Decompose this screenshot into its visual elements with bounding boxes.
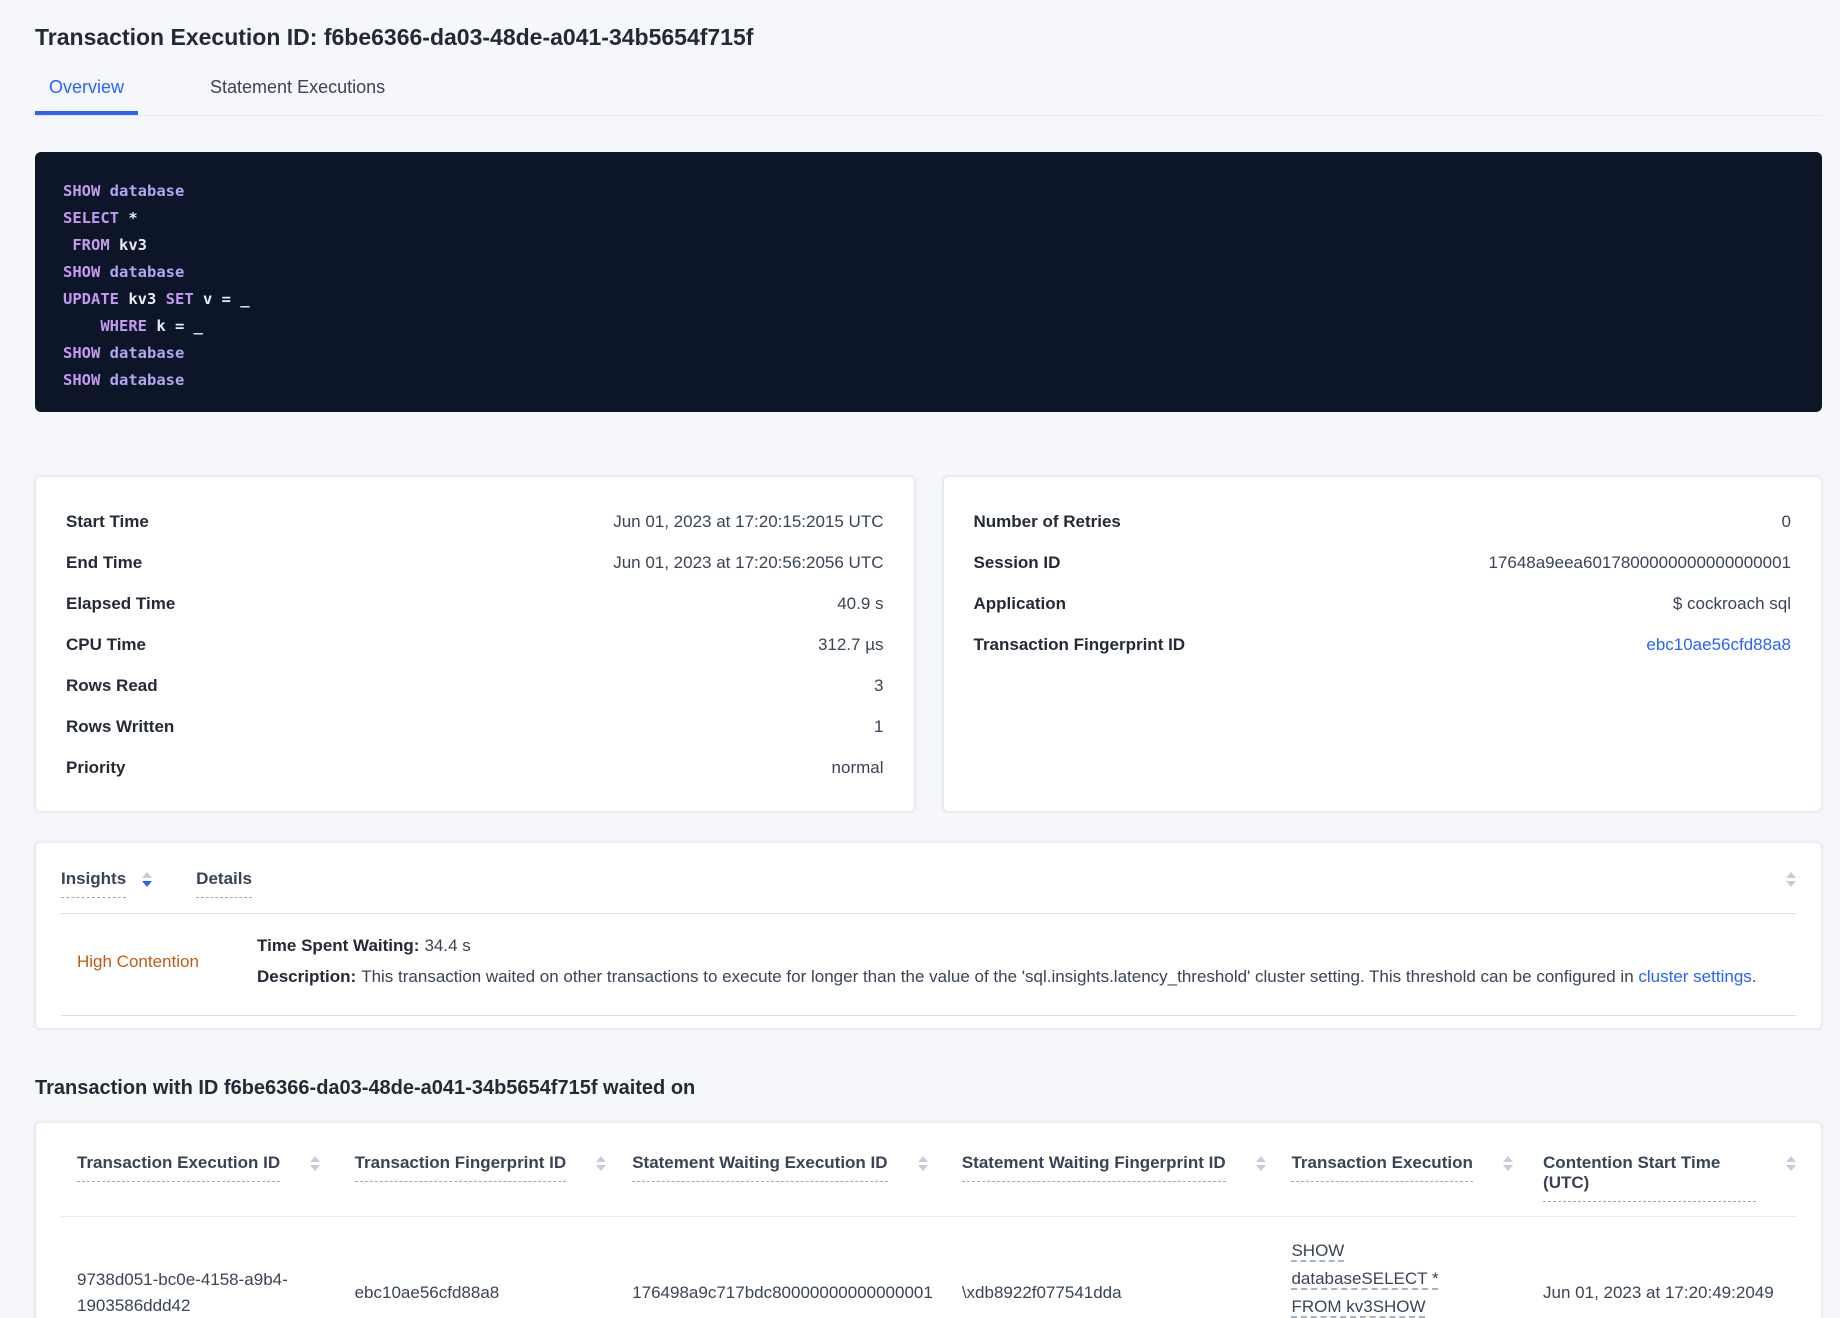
column-header-statement-waiting-fingerprint-id[interactable]: Statement Waiting Fingerprint ID <box>946 1153 1276 1182</box>
row-label: Application <box>973 594 1067 613</box>
page-title: Transaction Execution ID: f6be6366-da03-… <box>35 24 754 50</box>
row-value: Jun 01, 2023 at 17:20:56:2056 UTC <box>613 553 884 572</box>
transaction-execution-link[interactable]: SHOW databaseSELECT * FROM kv3SHOW datab… <box>1291 1237 1476 1318</box>
sort-icon[interactable] <box>1502 1156 1513 1171</box>
summary-row-retries: Number of Retries 0 <box>974 513 1792 530</box>
summary-row-rows-written: Rows Written 1 <box>66 718 884 735</box>
row-label: End Time <box>66 553 143 572</box>
transaction-fingerprint-link[interactable]: ebc10ae56cfd88a8 <box>1646 636 1791 653</box>
sort-icon[interactable] <box>142 872 153 887</box>
summary-row-transaction-fingerprint: Transaction Fingerprint ID ebc10ae56cfd8… <box>974 636 1792 653</box>
row-value: 1 <box>874 717 884 736</box>
column-header-transaction-execution-id[interactable]: Transaction Execution ID <box>61 1153 339 1182</box>
cluster-settings-link[interactable]: cluster settings <box>1638 967 1751 986</box>
insight-details: Time Spent Waiting: 34.4 s Description: Th… <box>257 936 1757 987</box>
tab-overview[interactable]: Overview <box>35 77 139 115</box>
waited-on-table-header: Transaction Execution ID Transaction Fin… <box>61 1123 1796 1217</box>
summary-row-elapsed-time: Elapsed Time 40.9 s <box>66 595 884 612</box>
insight-row: High Contention Time Spent Waiting: 34.4 … <box>61 914 1796 1016</box>
row-value: Jun 01, 2023 at 17:20:15:2015 UTC <box>613 512 884 531</box>
row-value: 0 <box>1781 512 1791 531</box>
description-period: . <box>1751 967 1757 986</box>
cell-statement-waiting-fingerprint-id: \xdb8922f077541dda <box>961 1283 1122 1302</box>
description-text: This transaction waited on other transac… <box>361 967 1639 986</box>
row-label: Number of Retries <box>973 512 1121 531</box>
waited-on-heading: Transaction with ID f6be6366-da03-48de-a… <box>35 1077 696 1099</box>
column-header-statement-waiting-execution-id[interactable]: Statement Waiting Execution ID <box>616 1153 946 1182</box>
row-label: Elapsed Time <box>66 594 176 613</box>
summary-row-cpu-time: CPU Time 312.7 µs <box>66 636 884 653</box>
row-label: CPU Time <box>66 635 146 654</box>
sort-icon[interactable] <box>596 1156 607 1171</box>
column-header-contention-start-time[interactable]: Contention Start Time (UTC) <box>1527 1153 1796 1202</box>
column-header-transaction-fingerprint-id[interactable]: Transaction Fingerprint ID <box>339 1153 617 1182</box>
sort-icon[interactable] <box>310 1156 321 1171</box>
sort-icon[interactable] <box>1785 1156 1796 1171</box>
sql-line: SHOW database <box>63 371 185 389</box>
cell-transaction-execution: SHOW databaseSELECT * FROM kv3SHOW datab… <box>1275 1237 1527 1318</box>
tab-statement-executions[interactable]: Statement Executions <box>196 77 399 115</box>
row-value: 312.7 µs <box>817 635 884 654</box>
insight-type-label: High Contention <box>77 951 199 971</box>
summary-row-rows-read: Rows Read 3 <box>66 677 884 694</box>
summary-card-right: Number of Retries 0 Session ID 17648a9ee… <box>942 476 1822 812</box>
sql-line: UPDATE kv3 SET v = _ <box>63 290 250 308</box>
row-value: normal <box>831 758 884 777</box>
summary-row-application: Application $ cockroach sql <box>974 595 1792 612</box>
row-value: 40.9 s <box>837 594 884 613</box>
row-value: $ cockroach sql <box>1672 594 1791 613</box>
row-label: Priority <box>66 758 126 777</box>
column-header-insights[interactable]: Insights <box>61 869 127 898</box>
row-label: Rows Written <box>66 717 175 736</box>
sort-icon[interactable] <box>1786 872 1796 887</box>
sort-icon[interactable] <box>1255 1156 1266 1171</box>
row-label: Transaction Fingerprint ID <box>973 635 1186 654</box>
waited-on-table-card: Transaction Execution ID Transaction Fin… <box>35 1122 1822 1318</box>
sql-line: FROM kv3 <box>63 236 147 254</box>
sql-line: SHOW database <box>63 344 185 362</box>
sql-statement-box: SHOW database SELECT * FROM kv3 SHOW dat… <box>35 152 1822 412</box>
column-header-transaction-execution[interactable]: Transaction Execution <box>1275 1153 1527 1182</box>
summary-row-session-id: Session ID 17648a9eea6017800000000000000… <box>974 554 1792 571</box>
table-row: 9738d051-bc0e-4158-a9b4-1903586ddd42 ebc… <box>61 1217 1796 1318</box>
time-spent-waiting-value: 34.4 s <box>424 936 471 955</box>
sql-line: SHOW database <box>63 263 185 281</box>
summary-row-start-time: Start Time Jun 01, 2023 at 17:20:15:2015… <box>66 513 884 530</box>
row-label: Session ID <box>973 553 1061 572</box>
insights-table-header: Insights Details <box>61 843 1796 914</box>
row-value: 17648a9eea6017800000000000000001 <box>1488 553 1791 572</box>
sql-line: SHOW database <box>63 182 185 200</box>
cell-contention-start-time: Jun 01, 2023 at 17:20:49:2049 <box>1543 1283 1774 1302</box>
insights-table-card: Insights Details High Contention Time Sp… <box>35 842 1822 1029</box>
sort-icon[interactable] <box>917 1156 928 1171</box>
sql-line: SELECT * <box>63 209 138 227</box>
row-label: Rows Read <box>66 676 158 695</box>
row-label: Start Time <box>66 512 149 531</box>
column-header-details[interactable]: Details <box>196 869 252 898</box>
summary-card-left: Start Time Jun 01, 2023 at 17:20:15:2015… <box>35 476 915 812</box>
tab-bar: Overview Statement Executions <box>35 77 1822 116</box>
cell-statement-waiting-execution-id: 176498a9c717bdc80000000000000001 <box>632 1283 933 1302</box>
summary-row-end-time: End Time Jun 01, 2023 at 17:20:56:2056 U… <box>66 554 884 571</box>
sql-line: WHERE k = _ <box>63 317 203 335</box>
cell-transaction-execution-id: 9738d051-bc0e-4158-a9b4-1903586ddd42 <box>77 1270 288 1315</box>
row-value: 3 <box>874 676 884 695</box>
description-label: Description: <box>257 967 357 986</box>
summary-row-priority: Priority normal <box>66 759 884 776</box>
cell-transaction-fingerprint-id: ebc10ae56cfd88a8 <box>354 1283 500 1302</box>
time-spent-waiting-label: Time Spent Waiting: <box>257 936 420 955</box>
